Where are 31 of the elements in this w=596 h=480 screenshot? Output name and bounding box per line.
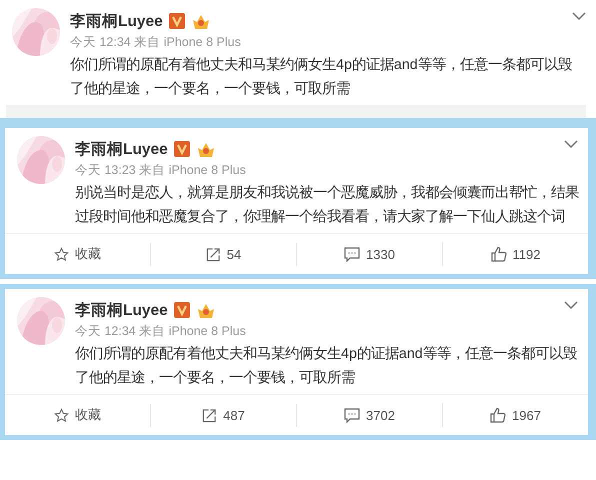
user-name[interactable]: 李雨桐Luyee — [75, 138, 168, 160]
post-meta: 今天 13:23 来自 iPhone 8 Plus — [75, 162, 247, 179]
like-button[interactable]: 1967 — [486, 403, 545, 427]
post-meta: 今天 12:34 来自 iPhone 8 Plus — [70, 34, 242, 51]
thumbs-up-icon — [490, 407, 506, 423]
post-text: 别说当时是恋人，就算是朋友和我说被一个恶魔威胁，我都会倾囊而出帮忙，结果过段时间他和恶魔复合了，你理解一个给我看看，请大家了解一下仙人跳这个词 — [75, 184, 580, 227]
verified-icon — [174, 302, 190, 318]
comment-button[interactable]: 3702 — [340, 404, 399, 426]
favorite-button[interactable]: 收藏 — [50, 402, 105, 428]
share-icon — [206, 246, 221, 262]
chevron-icon[interactable] — [572, 12, 586, 20]
like-button[interactable]: 1192 — [486, 242, 544, 266]
favorite-button[interactable]: 收藏 — [50, 241, 105, 267]
chevron-icon[interactable] — [564, 301, 578, 309]
repost-button[interactable]: 54 — [202, 242, 246, 266]
user-name[interactable]: 李雨桐Luyee — [70, 10, 163, 32]
post-text: 你们所谓的原配有着他丈夫和马某约俩女生4p的证据and等等，任意一条都可以毁了他的星途，一个要名，一个要钱，可取所需 — [75, 344, 578, 388]
star-icon — [54, 246, 69, 262]
comment-icon — [344, 408, 360, 422]
verified-icon — [174, 141, 190, 157]
comment-button[interactable]: 1330 — [340, 242, 399, 266]
chevron-icon[interactable] — [564, 140, 578, 148]
user-name[interactable]: 李雨桐Luyee — [75, 300, 168, 320]
verified-icon — [168, 13, 185, 29]
thumbs-up-icon — [490, 246, 507, 262]
post-text: 你们所谓的原配有着他丈夫和马某约俩女生4p的证据and等等，任意一条都可以毁了他的星途，一个要名，一个要钱，可取所需 — [70, 56, 573, 99]
star-icon — [54, 408, 69, 422]
share-icon — [202, 408, 218, 422]
repost-button[interactable]: 487 — [198, 404, 249, 426]
comment-icon — [344, 246, 360, 262]
post-meta: 今天 12:34 来自 iPhone 8 Plus — [75, 323, 247, 340]
